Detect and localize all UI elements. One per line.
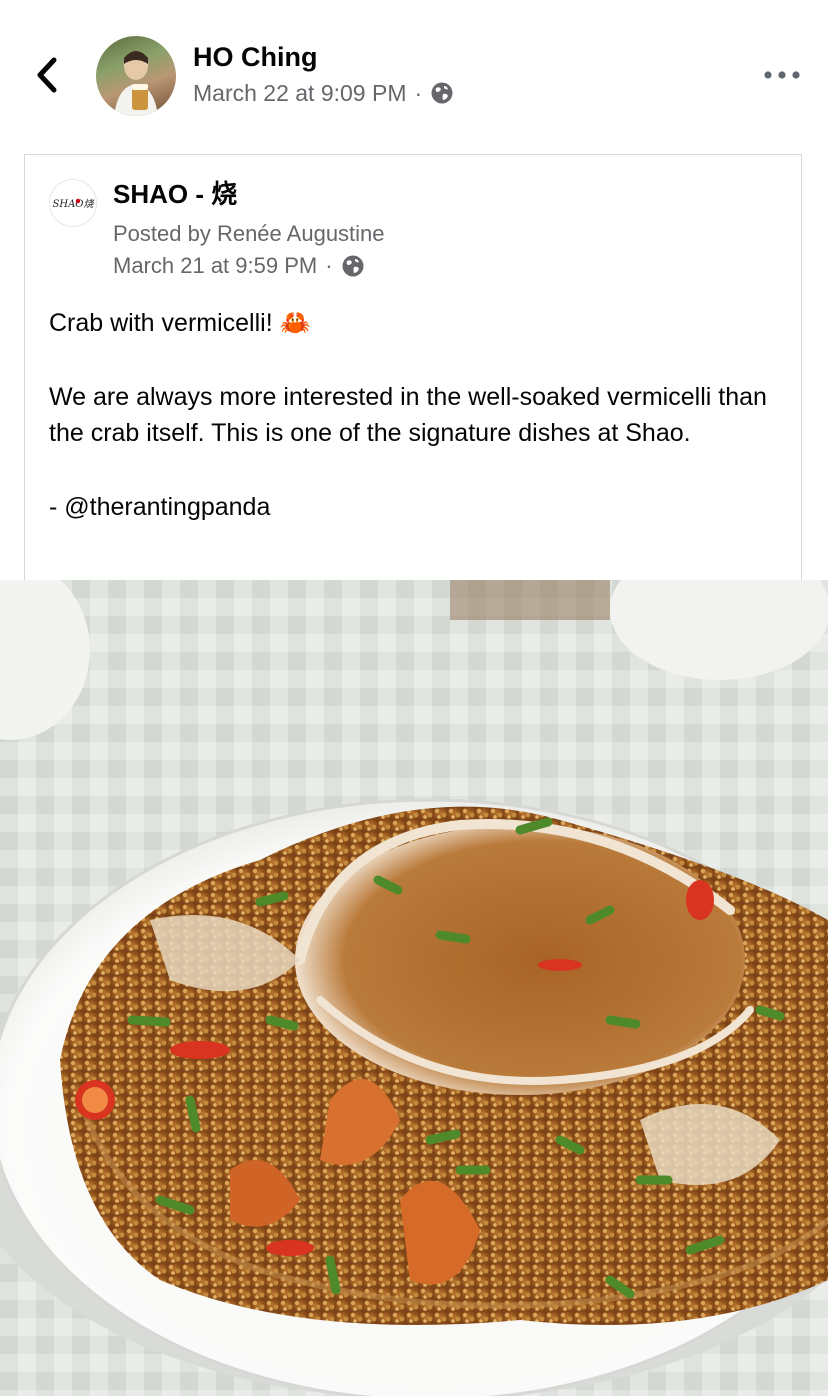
page-logo[interactable]: SHAO烧 bbox=[49, 179, 97, 227]
post-text-credit: - @therantingpanda bbox=[49, 493, 271, 521]
chevron-left-icon bbox=[37, 57, 57, 93]
shared-post-card[interactable]: SHAO烧 SHAO - 烧 Posted by Renée Augustine… bbox=[24, 154, 802, 580]
author-avatar[interactable] bbox=[96, 36, 176, 116]
post-text-paragraph: We are always more interested in the wel… bbox=[49, 383, 767, 447]
meta-separator: · bbox=[414, 80, 423, 106]
shared-post-timestamp[interactable]: March 21 at 9:59 PM bbox=[113, 251, 317, 281]
author-name[interactable]: HO Ching bbox=[193, 40, 317, 74]
back-button[interactable] bbox=[28, 52, 68, 98]
shared-post-meta: March 21 at 9:59 PM · bbox=[113, 251, 365, 281]
post-text-line: Crab with vermicelli! 🦀 bbox=[49, 309, 311, 337]
globe-icon bbox=[342, 255, 364, 277]
post-header: HO Ching March 22 at 9:09 PM · bbox=[0, 0, 828, 150]
post-timestamp[interactable]: March 22 at 9:09 PM bbox=[193, 78, 407, 108]
post-text: Crab with vermicelli! 🦀 We are always mo… bbox=[49, 305, 769, 525]
posted-by: Posted by Renée Augustine bbox=[113, 221, 385, 246]
post-photo[interactable] bbox=[0, 580, 828, 1396]
page-logo-text: SHAO烧 bbox=[53, 198, 96, 210]
globe-icon bbox=[431, 82, 453, 104]
meta-separator: · bbox=[325, 253, 333, 278]
more-dots-icon bbox=[764, 71, 800, 79]
page-name[interactable]: SHAO - 烧 bbox=[113, 177, 237, 211]
more-options-button[interactable] bbox=[760, 60, 804, 90]
post-meta: March 22 at 9:09 PM · bbox=[193, 78, 454, 108]
